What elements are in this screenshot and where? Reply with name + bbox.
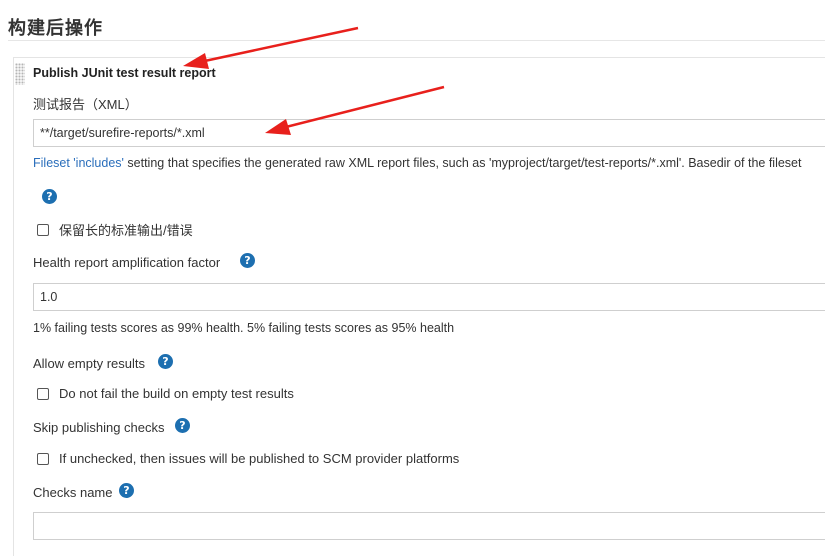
health-factor-help-text: 1% failing tests scores as 99% health. 5… [33, 321, 455, 335]
skip-checks-row: If unchecked, then issues will be publis… [37, 451, 459, 466]
help-icon[interactable]: ? [175, 418, 190, 433]
keep-stdio-label: 保留长的标准输出/错误 [59, 223, 193, 238]
step-title: Publish JUnit test result report [33, 66, 216, 80]
drag-handle-icon[interactable] [15, 63, 25, 85]
health-factor-label: Health report amplification factor [33, 255, 221, 270]
checks-name-input[interactable] [33, 512, 825, 540]
fileset-includes-link[interactable]: Fileset 'includes' [33, 156, 124, 170]
allow-empty-checkbox-label: Do not fail the build on empty test resu… [59, 386, 294, 401]
help-icon[interactable]: ? [42, 189, 57, 204]
health-factor-input[interactable] [33, 283, 825, 311]
allow-empty-row: Do not fail the build on empty test resu… [37, 386, 294, 401]
keep-stdio-checkbox[interactable] [37, 223, 49, 236]
description-text: setting that specifies the generated raw… [123, 156, 802, 170]
help-icon[interactable]: ? [119, 483, 134, 498]
test-report-input[interactable] [33, 119, 825, 147]
allow-empty-checkbox[interactable] [37, 387, 49, 400]
help-icon[interactable]: ? [158, 354, 173, 369]
section-divider [8, 40, 825, 41]
keep-stdio-row: 保留长的标准输出/错误 [37, 220, 193, 239]
skip-checks-label: Skip publishing checks [33, 420, 165, 435]
section-title: 构建后操作 [8, 18, 103, 38]
allow-empty-label: Allow empty results [33, 356, 145, 371]
help-icon[interactable]: ? [240, 253, 255, 268]
skip-checks-checkbox-label: If unchecked, then issues will be publis… [59, 451, 460, 466]
test-report-label: 测试报告（XML） [33, 97, 138, 112]
checks-name-label: Checks name [33, 485, 113, 500]
test-report-description: Fileset 'includes' setting that specifie… [33, 156, 801, 170]
skip-checks-checkbox[interactable] [37, 452, 49, 465]
